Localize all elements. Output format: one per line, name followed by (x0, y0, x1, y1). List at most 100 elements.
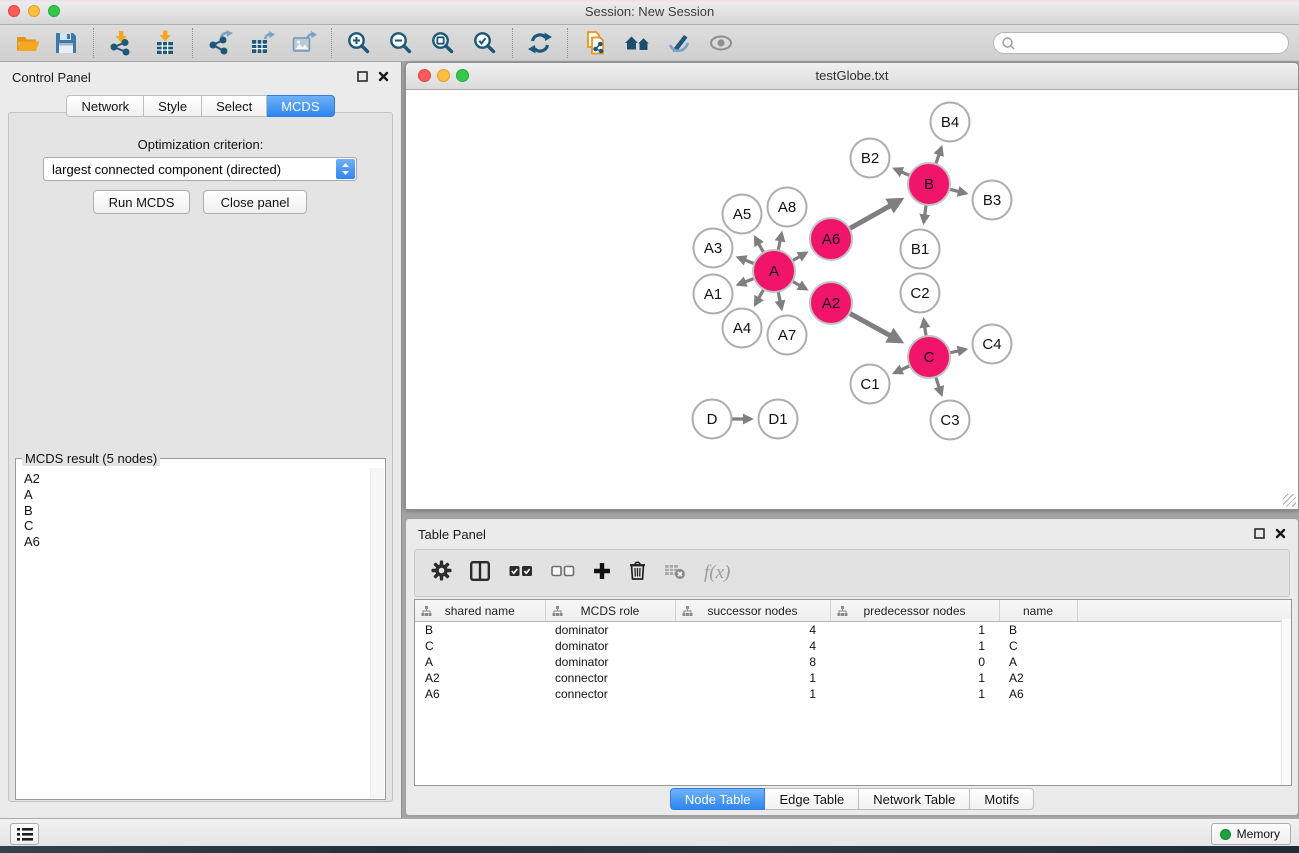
graph-node-A7[interactable]: A7 (768, 316, 807, 355)
graph-edge-A-A7[interactable] (778, 292, 781, 309)
tab-select[interactable]: Select (202, 95, 267, 117)
tab-mcds[interactable]: MCDS (267, 95, 334, 117)
close-window-button[interactable] (8, 5, 20, 17)
zoom-out-button[interactable] (386, 28, 416, 58)
close-panel-icon[interactable] (378, 71, 389, 82)
graph-node-A5[interactable]: A5 (723, 195, 762, 234)
zoom-selected-button[interactable] (470, 28, 500, 58)
close-network-button[interactable] (418, 69, 431, 82)
task-history-button[interactable] (10, 823, 39, 845)
graph-edge-B-B1[interactable] (924, 205, 926, 223)
graph-node-C3[interactable]: C3 (931, 401, 970, 440)
save-session-button[interactable] (51, 28, 81, 58)
graph-node-D[interactable]: D (693, 400, 732, 439)
column-header[interactable]: predecessor nodes (830, 600, 999, 622)
graph-node-B3[interactable]: B3 (973, 181, 1012, 220)
export-network-button[interactable] (205, 28, 235, 58)
graph-node-C[interactable]: C (908, 336, 950, 378)
network-from-selection-button[interactable] (580, 28, 610, 58)
show-all-networks-button[interactable] (622, 28, 652, 58)
close-panel-button[interactable]: Close panel (203, 190, 307, 214)
graph-edge-B-B3[interactable] (949, 189, 966, 193)
graph-node-A3[interactable]: A3 (694, 229, 733, 268)
graph-node-C1[interactable]: C1 (851, 365, 890, 404)
graph-node-D1[interactable]: D1 (759, 400, 798, 439)
column-header[interactable]: successor nodes (675, 600, 830, 622)
float-panel-icon[interactable] (357, 71, 368, 82)
run-mcds-button[interactable]: Run MCDS (93, 190, 190, 214)
table-row[interactable]: Adominator80A (415, 654, 1291, 670)
graph-node-C4[interactable]: C4 (973, 325, 1012, 364)
graph-edge-A-A3[interactable] (738, 257, 754, 263)
tab-style[interactable]: Style (144, 95, 202, 117)
column-header[interactable]: MCDS role (545, 600, 675, 622)
graph-node-A1[interactable]: A1 (694, 275, 733, 314)
zoom-network-button[interactable] (456, 69, 469, 82)
list-item[interactable]: C (24, 518, 40, 534)
graph-edge-C-C3[interactable] (936, 377, 942, 395)
import-network-button[interactable] (106, 28, 136, 58)
export-image-button[interactable] (289, 28, 319, 58)
network-canvas[interactable]: B4B2BB3A5A8A6A3B1AA1C2A2A4A7C4CC1C3DD1 (407, 90, 1297, 508)
graph-node-C2[interactable]: C2 (901, 274, 940, 313)
graph-edge-A-A4[interactable] (755, 289, 764, 304)
network-graph[interactable]: B4B2BB3A5A8A6A3B1AA1C2A2A4A7C4CC1C3DD1 (407, 90, 1297, 508)
graph-edge-A-A2[interactable] (792, 281, 806, 289)
graph-edge-A-A5[interactable] (755, 237, 764, 252)
graph-node-A4[interactable]: A4 (723, 309, 762, 348)
table-row[interactable]: Cdominator41C (415, 638, 1291, 654)
graph-node-A2[interactable]: A2 (810, 282, 852, 324)
graph-edge-A-A1[interactable] (738, 278, 754, 284)
delete-table-button[interactable] (664, 562, 686, 585)
graph-node-B2[interactable]: B2 (851, 139, 890, 178)
table-row[interactable]: A6connector11A6 (415, 686, 1291, 702)
table-row[interactable]: Bdominator41B (415, 622, 1291, 639)
table-scrollbar[interactable] (1281, 619, 1291, 785)
table-settings-button[interactable] (431, 560, 452, 586)
function-builder-button[interactable]: f(x) (704, 562, 730, 584)
graph-edge-A-A6[interactable] (792, 253, 806, 261)
memory-button[interactable]: Memory (1211, 823, 1291, 845)
list-item[interactable]: A (24, 487, 40, 503)
column-header[interactable]: shared name (415, 600, 545, 622)
list-item[interactable]: A6 (24, 534, 40, 550)
delete-column-button[interactable] (629, 560, 646, 586)
graph-node-A6[interactable]: A6 (810, 218, 852, 260)
hide-graphics-details-button[interactable] (664, 28, 694, 58)
graph-node-A8[interactable]: A8 (768, 188, 807, 227)
deselect-all-columns-button[interactable] (551, 564, 575, 582)
tab-motifs[interactable]: Motifs (970, 788, 1034, 810)
minimize-window-button[interactable] (28, 5, 40, 17)
open-session-button[interactable] (13, 28, 43, 58)
tab-node-table[interactable]: Node Table (670, 788, 766, 810)
graph-edge-A6-B[interactable] (849, 200, 900, 229)
list-item[interactable]: B (24, 503, 40, 519)
search-input[interactable] (1015, 35, 1288, 51)
table-row[interactable]: A2connector11A2 (415, 670, 1291, 686)
graph-edge-B-B2[interactable] (895, 169, 910, 176)
refresh-network-button[interactable] (525, 28, 555, 58)
zoom-window-button[interactable] (48, 5, 60, 17)
list-item[interactable]: A2 (24, 471, 40, 487)
tab-network-table[interactable]: Network Table (859, 788, 970, 810)
graph-edge-C-C2[interactable] (924, 320, 926, 337)
network-window-titlebar[interactable]: testGlobe.txt (406, 63, 1298, 90)
close-panel-icon[interactable] (1275, 528, 1286, 539)
show-columns-button[interactable] (470, 561, 491, 586)
zoom-in-button[interactable] (344, 28, 374, 58)
resize-grip[interactable] (1283, 494, 1296, 507)
graph-edge-C-C1[interactable] (894, 366, 909, 373)
tab-edge-table[interactable]: Edge Table (765, 788, 859, 810)
optimization-criterion-select[interactable]: largest connected component (directed) (43, 157, 357, 181)
graph-node-B[interactable]: B (908, 163, 950, 205)
minimize-network-button[interactable] (437, 69, 450, 82)
export-table-button[interactable] (247, 28, 277, 58)
graph-node-B1[interactable]: B1 (901, 230, 940, 269)
graph-node-B4[interactable]: B4 (931, 103, 970, 142)
import-table-button[interactable] (150, 28, 180, 58)
graph-edge-A2-C[interactable] (849, 313, 900, 341)
search-box[interactable] (993, 32, 1289, 54)
show-graphics-details-button[interactable] (706, 28, 736, 58)
graph-edge-A-A8[interactable] (778, 233, 781, 250)
select-all-columns-button[interactable] (509, 564, 533, 582)
